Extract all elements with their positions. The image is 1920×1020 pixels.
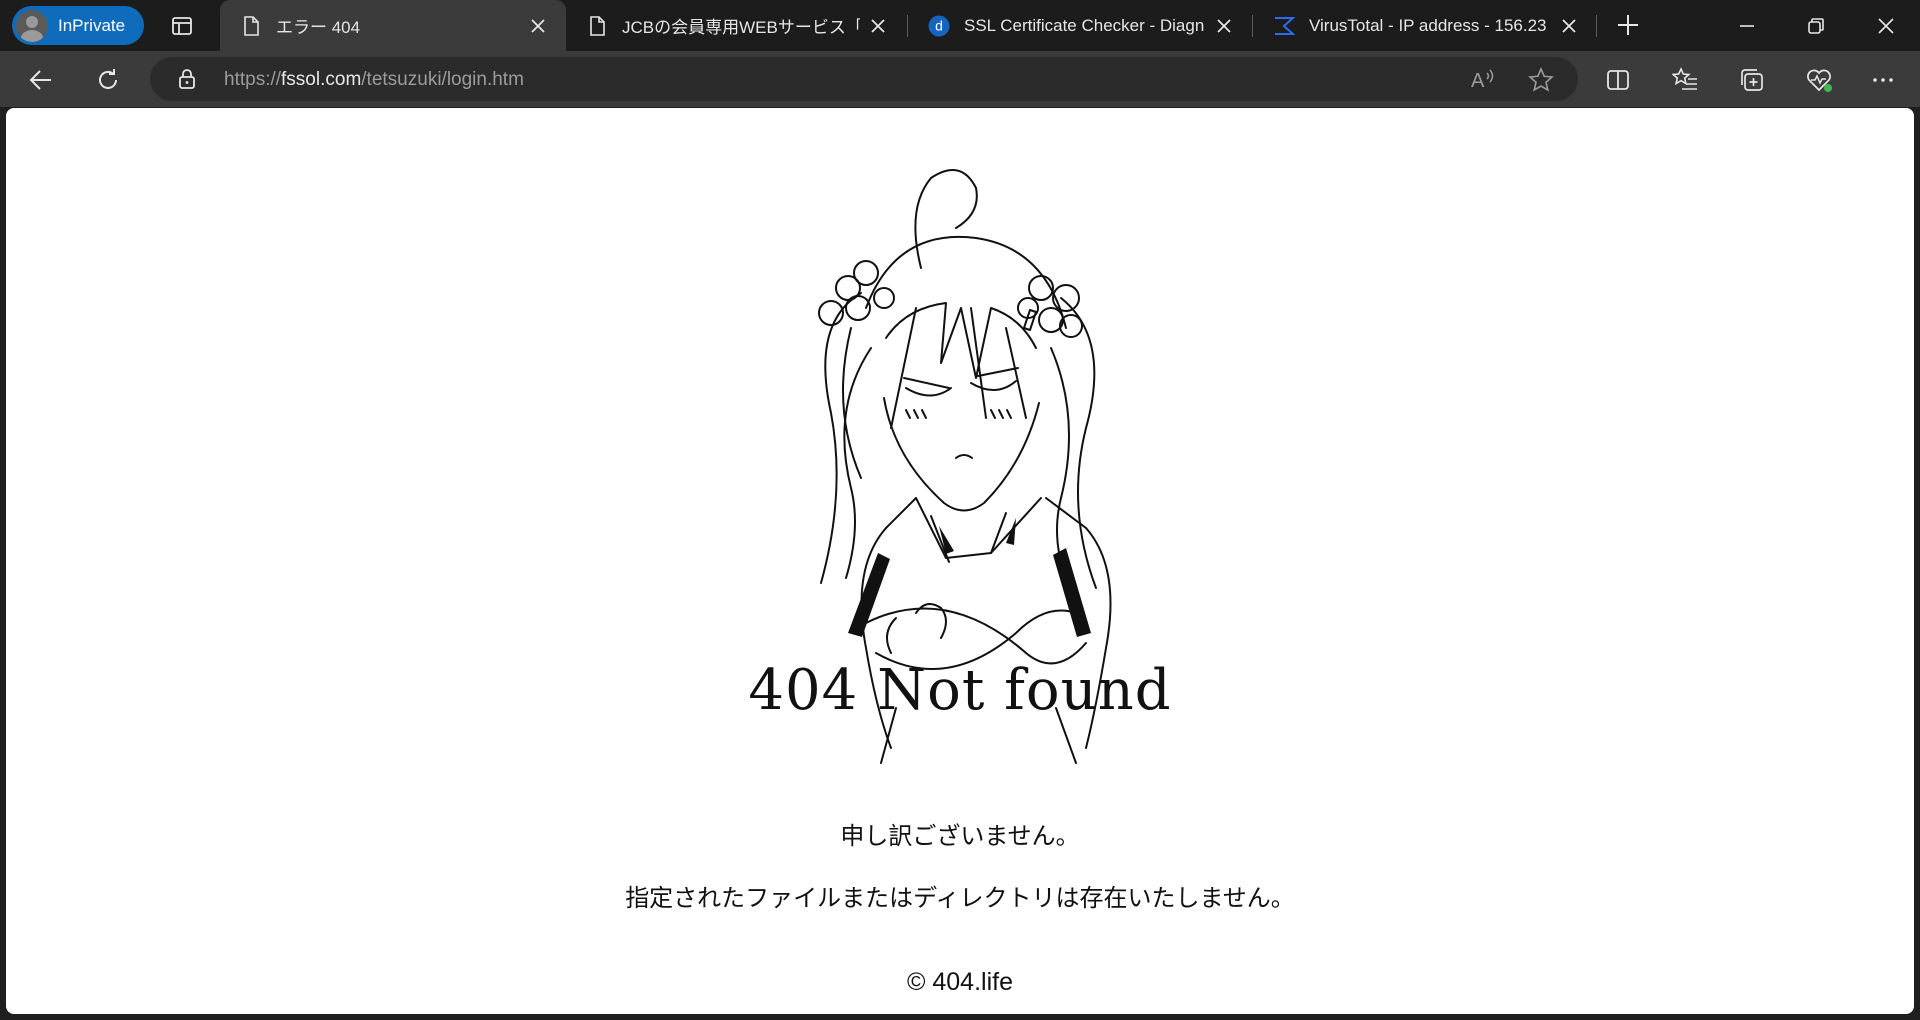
restore-button[interactable] [1787, 0, 1845, 51]
url-scheme: https:// [224, 69, 282, 90]
lock-icon[interactable] [176, 68, 198, 90]
url-path: /tetsuzuki/login.htm [361, 69, 524, 90]
tab-actions-icon [172, 16, 192, 35]
back-button[interactable] [24, 63, 58, 97]
tab-ssl-checker[interactable]: d SSL Certificate Checker - Diagn [908, 0, 1252, 51]
collections-icon [1741, 69, 1763, 91]
favorite-star-icon[interactable] [1528, 67, 1554, 93]
tab-title: SSL Certificate Checker - Diagn [964, 15, 1205, 35]
close-window-icon [1878, 17, 1894, 34]
heart-pulse-icon [1807, 69, 1832, 92]
close-window-button[interactable] [1857, 0, 1915, 51]
close-icon[interactable] [1214, 16, 1234, 36]
svg-text:A: A [1471, 70, 1485, 91]
page-viewport: 404 Not found 申し訳ございません。 指定されたファイルまたはディレ… [6, 108, 1914, 1014]
inprivate-badge[interactable]: InPrivate [12, 6, 144, 45]
read-aloud-icon[interactable]: A [1470, 67, 1496, 91]
new-tab-icon[interactable] [1612, 9, 1644, 41]
tab-title: エラー 404 [276, 18, 361, 37]
tab-title: VirusTotal - IP address - 156.23 [1309, 15, 1547, 35]
tab-title: JCBの会員専用WEBサービス「MyJ [622, 18, 860, 37]
virustotal-icon [1275, 16, 1295, 35]
url-host: fssol.com [281, 69, 362, 90]
inprivate-label: InPrivate [58, 15, 126, 35]
favorites-list-icon [1672, 67, 1697, 90]
collections-button[interactable] [1735, 63, 1769, 97]
tab-jcb[interactable]: JCBの会員専用WEBサービス「MyJ [566, 0, 906, 51]
restore-icon [1808, 17, 1824, 34]
not-found-message: 指定されたファイルまたはディレクトリは存在いたしません。 [625, 884, 1295, 912]
favorites-button[interactable] [1668, 63, 1702, 97]
svg-text:d: d [935, 17, 943, 33]
close-icon[interactable] [1559, 16, 1579, 36]
more-dots-icon [1873, 78, 1893, 82]
close-icon[interactable] [868, 16, 888, 36]
browser-essentials-button[interactable] [1802, 63, 1836, 97]
browser-toolbar: https://fssol.com/tetsuzuki/login.htm A [0, 51, 1920, 107]
minimize-icon [1740, 24, 1754, 27]
tab-error-404[interactable]: エラー 404 [220, 0, 566, 51]
profile-avatar [16, 9, 48, 42]
copyright-footer: © 404.life [907, 968, 1013, 996]
tab-virustotal[interactable]: VirusTotal - IP address - 156.23 [1253, 0, 1597, 51]
error-headline: 404 Not found [748, 658, 1172, 723]
close-icon[interactable] [528, 16, 548, 36]
tab-separator [1596, 15, 1597, 37]
refresh-icon [99, 69, 117, 89]
refresh-button[interactable] [91, 63, 125, 97]
back-arrow-icon [29, 70, 51, 90]
address-bar[interactable]: https://fssol.com/tetsuzuki/login.htm A [150, 57, 1578, 101]
url-text: https://fssol.com/tetsuzuki/login.htm [224, 69, 524, 91]
settings-more-button[interactable] [1866, 63, 1900, 97]
page-icon [244, 15, 259, 36]
tab-actions-button[interactable] [162, 6, 202, 46]
split-screen-icon [1607, 70, 1629, 90]
digicert-d-icon: d [928, 15, 950, 36]
split-screen-button[interactable] [1601, 63, 1635, 97]
minimize-button[interactable] [1718, 0, 1776, 51]
page-icon [590, 15, 605, 36]
apology-message: 申し訳ございません。 [840, 822, 1080, 850]
